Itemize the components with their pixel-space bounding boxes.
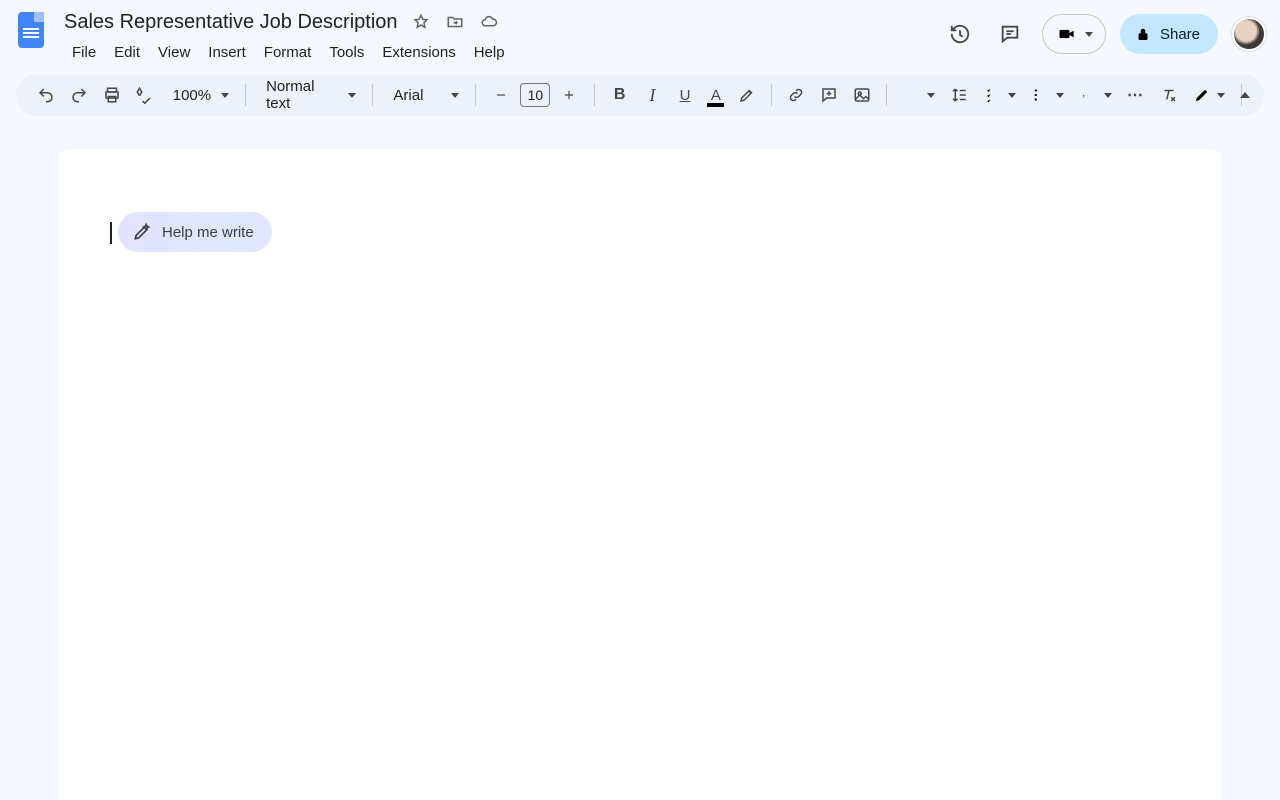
menu-file[interactable]: File xyxy=(64,40,104,65)
bullet-list-icon xyxy=(1032,86,1050,104)
text-cursor xyxy=(110,222,112,244)
insert-link-button[interactable] xyxy=(782,80,811,110)
numbered-list-icon xyxy=(1080,86,1098,104)
print-button[interactable] xyxy=(97,80,126,110)
menu-insert[interactable]: Insert xyxy=(200,40,254,65)
align-dropdown[interactable] xyxy=(897,86,941,104)
checklist-dropdown[interactable] xyxy=(978,86,1022,104)
menu-view[interactable]: View xyxy=(150,40,198,65)
menu-edit[interactable]: Edit xyxy=(106,40,148,65)
title-block: Sales Representative Job Description Fil… xyxy=(64,8,513,65)
toolbar-separator xyxy=(771,84,772,106)
share-button-label: Share xyxy=(1160,26,1200,43)
clear-formatting-button[interactable] xyxy=(1154,80,1183,110)
meet-call-button[interactable] xyxy=(1042,14,1106,54)
align-left-icon xyxy=(903,86,921,104)
chevron-down-icon xyxy=(1056,93,1064,98)
title-bar: Sales Representative Job Description Fil… xyxy=(0,0,1280,62)
zoom-dropdown[interactable]: 100% xyxy=(163,87,235,104)
menu-help[interactable]: Help xyxy=(466,40,513,65)
text-color-letter: A xyxy=(711,88,721,103)
move-folder-icon[interactable] xyxy=(444,11,466,33)
add-comment-button[interactable] xyxy=(815,80,844,110)
undo-button[interactable] xyxy=(32,80,61,110)
pencil-icon xyxy=(1193,86,1211,104)
lock-icon xyxy=(1134,25,1152,43)
chevron-down-icon xyxy=(1085,32,1093,37)
toolbar-separator xyxy=(372,84,373,106)
chevron-down-icon xyxy=(927,93,935,98)
decrease-font-size-button[interactable] xyxy=(486,80,516,110)
chevron-down-icon xyxy=(1104,93,1112,98)
paragraph-style-dropdown[interactable]: Normal text xyxy=(256,78,362,112)
text-color-button[interactable]: A xyxy=(703,82,728,108)
cloud-status-icon[interactable] xyxy=(478,11,500,33)
increase-font-size-button[interactable] xyxy=(554,80,584,110)
zoom-value: 100% xyxy=(169,87,215,104)
chevron-down-icon xyxy=(1217,93,1225,98)
menu-format[interactable]: Format xyxy=(256,40,320,65)
italic-button[interactable]: I xyxy=(638,80,667,110)
chevron-down-icon xyxy=(1008,93,1016,98)
line-spacing-button[interactable] xyxy=(945,80,974,110)
chevron-down-icon xyxy=(348,93,356,98)
bullet-list-dropdown[interactable] xyxy=(1026,86,1070,104)
chevron-down-icon xyxy=(221,93,229,98)
share-button[interactable]: Share xyxy=(1120,14,1218,54)
checklist-icon xyxy=(984,86,1002,104)
docs-logo-icon[interactable] xyxy=(18,12,50,52)
menu-tools[interactable]: Tools xyxy=(321,40,372,65)
font-family-dropdown[interactable]: Arial xyxy=(383,87,465,104)
video-camera-icon xyxy=(1057,24,1077,44)
help-me-write-button[interactable]: Help me write xyxy=(118,212,272,252)
toolbar-separator xyxy=(245,84,246,106)
star-icon[interactable] xyxy=(410,11,432,33)
redo-button[interactable] xyxy=(65,80,94,110)
highlight-color-button[interactable] xyxy=(732,80,761,110)
collapse-toolbar-button[interactable] xyxy=(1240,92,1250,98)
font-family-value: Arial xyxy=(389,87,427,104)
numbered-list-dropdown[interactable] xyxy=(1074,86,1118,104)
help-me-write-label: Help me write xyxy=(162,224,254,241)
version-history-icon[interactable] xyxy=(942,16,978,52)
toolbar-separator xyxy=(594,84,595,106)
menu-extensions[interactable]: Extensions xyxy=(374,40,463,65)
font-size-input[interactable]: 10 xyxy=(520,83,550,107)
underline-button[interactable]: U xyxy=(671,80,700,110)
account-avatar[interactable] xyxy=(1232,17,1266,51)
formatting-toolbar: 100% Normal text Arial 10 B I U A xyxy=(16,74,1264,116)
insert-image-button[interactable] xyxy=(847,80,876,110)
bold-button[interactable]: B xyxy=(605,80,634,110)
header-right: Share xyxy=(942,14,1266,54)
open-comments-icon[interactable] xyxy=(992,16,1028,52)
document-page[interactable]: Help me write xyxy=(58,150,1222,800)
editing-mode-dropdown[interactable] xyxy=(1187,86,1231,104)
toolbar-separator xyxy=(886,84,887,106)
chevron-down-icon xyxy=(451,93,459,98)
spellcheck-button[interactable] xyxy=(130,80,159,110)
document-title[interactable]: Sales Representative Job Description xyxy=(64,11,398,34)
magic-pencil-icon xyxy=(132,222,152,242)
more-tools-button[interactable]: ⋯ xyxy=(1122,80,1151,110)
paragraph-style-value: Normal text xyxy=(262,78,342,112)
menu-bar: File Edit View Insert Format Tools Exten… xyxy=(64,40,513,65)
toolbar-separator xyxy=(475,84,476,106)
